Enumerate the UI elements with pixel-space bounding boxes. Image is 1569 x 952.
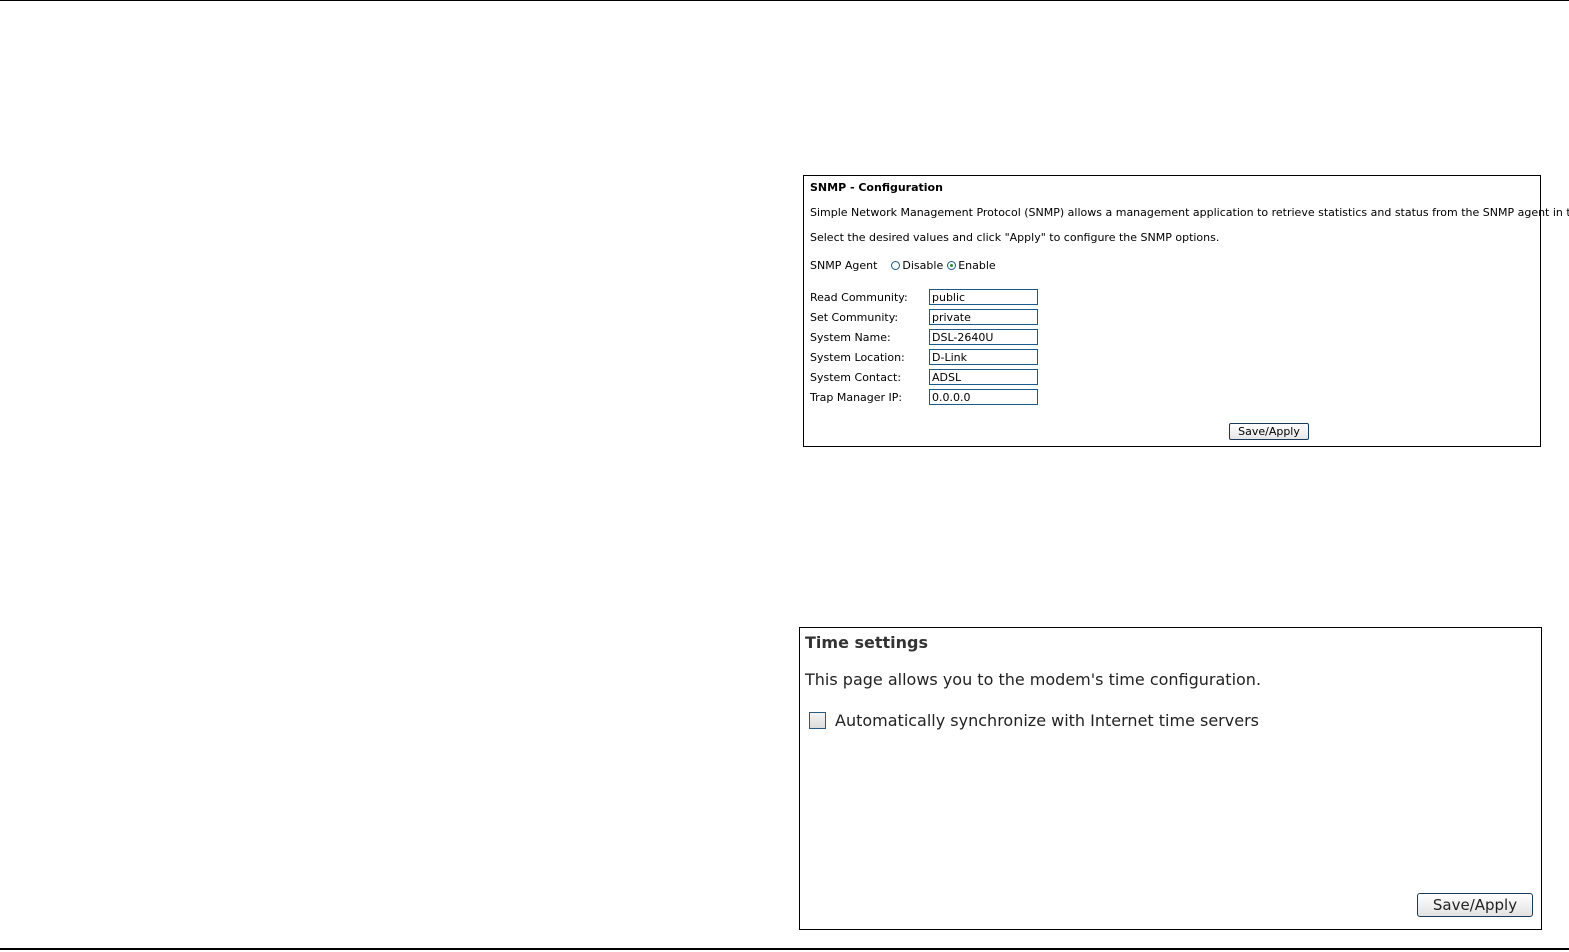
system-location-row: System Location: — [810, 347, 1038, 367]
trap-manager-ip-row: Trap Manager IP: — [810, 387, 1038, 407]
set-community-row: Set Community: — [810, 307, 1038, 327]
snmp-title: SNMP - Configuration — [810, 181, 943, 194]
system-contact-input[interactable] — [929, 369, 1038, 385]
snmp-agent-disable-label[interactable]: Disable — [902, 259, 943, 272]
time-settings-title: Time settings — [805, 633, 929, 652]
system-location-input[interactable] — [929, 349, 1038, 365]
snmp-agent-enable-radio[interactable] — [947, 261, 957, 270]
system-contact-row: System Contact: — [810, 367, 1038, 387]
system-contact-label: System Contact: — [810, 370, 902, 384]
snmp-fields: Read Community: Set Community: System Na… — [810, 287, 1038, 407]
system-name-input[interactable] — [929, 329, 1038, 345]
snmp-agent-disable-radio[interactable] — [891, 261, 901, 270]
snmp-agent-label: SNMP Agent — [810, 259, 878, 272]
time-sync-row[interactable]: Automatically synchronize with Internet … — [809, 711, 1259, 730]
read-community-row: Read Community: — [810, 287, 1038, 307]
top-rule — [0, 0, 1569, 1]
system-location-label: System Location: — [810, 350, 905, 364]
read-community-label: Read Community: — [810, 290, 908, 304]
snmp-description: Simple Network Management Protocol (SNMP… — [810, 206, 1569, 219]
time-sync-checkbox[interactable] — [809, 712, 826, 729]
time-settings-panel: Time settings This page allows you to th… — [799, 627, 1542, 930]
snmp-instruction: Select the desired values and click "App… — [810, 231, 1220, 244]
time-settings-description: This page allows you to the modem's time… — [805, 670, 1262, 689]
trap-manager-ip-label: Trap Manager IP: — [810, 390, 903, 404]
snmp-agent-enable-label[interactable]: Enable — [958, 259, 995, 272]
time-save-apply-button[interactable]: Save/Apply — [1417, 893, 1533, 917]
trap-manager-ip-input[interactable] — [929, 389, 1038, 405]
snmp-configuration-panel: SNMP - Configuration Simple Network Mana… — [803, 175, 1569, 447]
set-community-input[interactable] — [929, 309, 1038, 325]
time-sync-label[interactable]: Automatically synchronize with Internet … — [835, 711, 1259, 730]
snmp-agent-row: SNMP Agent Disable Enable — [810, 259, 1000, 272]
bottom-rule — [0, 948, 1569, 950]
read-community-input[interactable] — [929, 289, 1038, 305]
system-name-label: System Name: — [810, 330, 891, 344]
set-community-label: Set Community: — [810, 310, 899, 324]
snmp-save-apply-button[interactable]: Save/Apply — [1229, 423, 1309, 440]
system-name-row: System Name: — [810, 327, 1038, 347]
